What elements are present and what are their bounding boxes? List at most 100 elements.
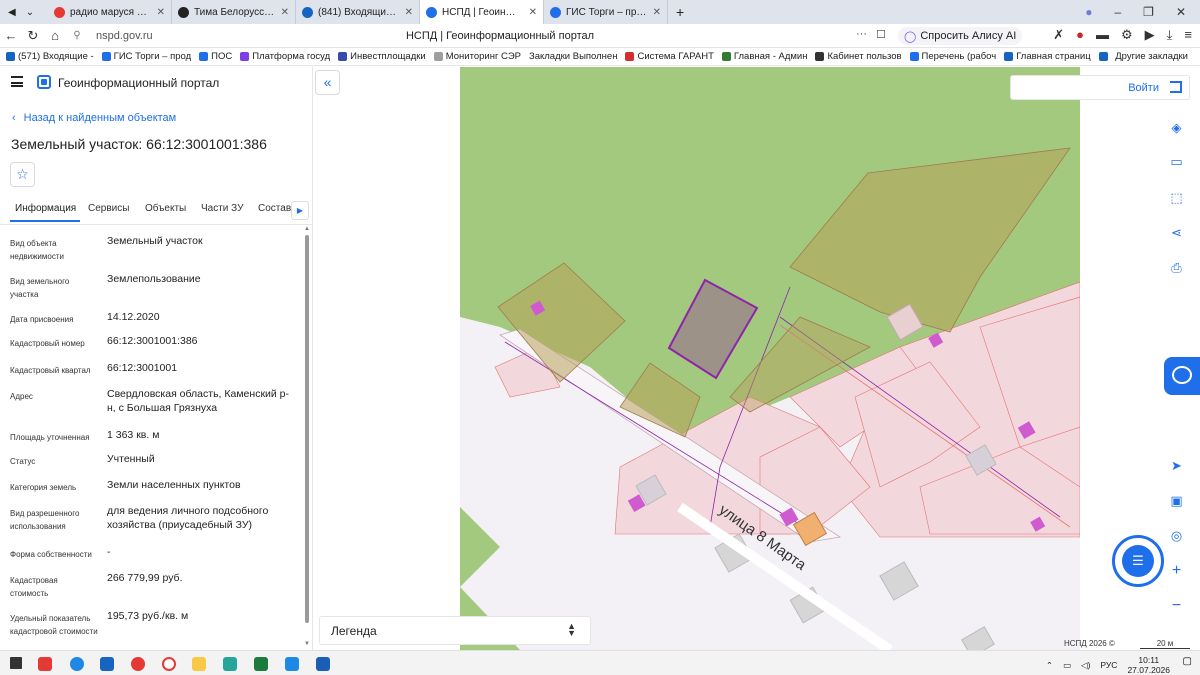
- volume-icon[interactable]: ◁): [1081, 660, 1090, 671]
- scroll-down-icon[interactable]: ▼: [304, 641, 310, 647]
- bookmark-item[interactable]: (571) Входящие -: [6, 51, 94, 62]
- collapse-panel-button[interactable]: «: [315, 70, 340, 95]
- hamburger-menu-icon[interactable]: [11, 76, 23, 87]
- browser-tab[interactable]: (841) Входящие - Почта М ✕: [296, 0, 420, 24]
- bookmark-icon[interactable]: ☐: [876, 28, 886, 41]
- play-icon[interactable]: ▶: [1145, 27, 1155, 43]
- tab-parts[interactable]: Части ЗУ: [201, 203, 243, 214]
- edge-icon[interactable]: [70, 657, 84, 671]
- browser-tab[interactable]: ГИС Торги – продажи гос ✕: [544, 0, 668, 24]
- audio-icon[interactable]: ◀: [8, 7, 16, 18]
- url-field[interactable]: nspd.gov.ru: [96, 30, 256, 42]
- tray-chevron-icon[interactable]: ⌃: [1046, 660, 1053, 671]
- locate-icon[interactable]: ◎: [1164, 523, 1189, 548]
- windows-start-icon[interactable]: [10, 657, 22, 669]
- browser-tab[interactable]: Тима Белорусских ✕: [172, 0, 296, 24]
- menu-icon[interactable]: ≡: [1184, 27, 1192, 43]
- more-icon[interactable]: ···: [856, 28, 867, 40]
- app-icon[interactable]: [285, 657, 299, 671]
- chevron-down-icon[interactable]: ⌄: [26, 7, 34, 18]
- extension-icon[interactable]: ✗: [1053, 27, 1064, 43]
- tabs-next-icon[interactable]: ▶: [291, 201, 309, 220]
- map-canvas[interactable]: улица 8 Марта: [460, 67, 1080, 650]
- close-tab-icon[interactable]: ✕: [157, 7, 165, 18]
- navigate-icon[interactable]: ➤: [1164, 453, 1189, 478]
- scroll-up-icon[interactable]: ▲: [304, 226, 310, 232]
- chat-button[interactable]: ☰: [1112, 535, 1164, 587]
- close-window-button[interactable]: ✕: [1176, 5, 1186, 19]
- other-bookmarks[interactable]: Другие закладки: [1109, 51, 1188, 62]
- outlook-icon[interactable]: [100, 657, 114, 671]
- legend-dropdown[interactable]: Легенда ▲ ▼: [319, 616, 591, 645]
- bookmark-item[interactable]: Главная - Админ: [721, 51, 807, 62]
- zoom-out-button[interactable]: −: [1164, 593, 1189, 618]
- bookmark-item[interactable]: Закладки Выполнен: [529, 51, 617, 62]
- bookmark-item[interactable]: ПОС: [199, 51, 232, 62]
- property-value: Учтенный: [107, 453, 155, 465]
- share-icon[interactable]: ⋖: [1164, 220, 1189, 245]
- back-to-results-link[interactable]: ‹ Назад к найденным объектам: [12, 112, 176, 124]
- login-icon: [1170, 81, 1182, 93]
- ruler-icon[interactable]: ▭: [1164, 149, 1189, 174]
- browser-tab[interactable]: радио маруся — Яндекс ✕: [48, 0, 172, 24]
- profile-icon[interactable]: ●: [1085, 5, 1092, 19]
- bookmark-label: Перечень (рабоч: [921, 51, 997, 62]
- bookmark-item[interactable]: ГИС Торги – прод: [101, 51, 191, 62]
- extension-icon[interactable]: ▬: [1096, 27, 1109, 43]
- layers-icon[interactable]: ◈: [1164, 115, 1189, 140]
- folder-icon[interactable]: [192, 657, 206, 671]
- word-icon[interactable]: [316, 657, 330, 671]
- bookmark-item[interactable]: Платформа госуд: [240, 51, 330, 62]
- login-button[interactable]: Войти: [1010, 75, 1190, 100]
- bookmark-item[interactable]: Кабинет пользов: [815, 51, 902, 62]
- reload-button[interactable]: ↻: [22, 28, 44, 44]
- clock[interactable]: 10:11 27.07.2026: [1127, 655, 1170, 675]
- bookmark-favicon-icon: [240, 52, 250, 61]
- extension-icon[interactable]: ●: [1076, 27, 1084, 43]
- language-indicator[interactable]: РУС: [1100, 660, 1117, 670]
- bookmark-label: Платформа госуд: [252, 51, 331, 62]
- alice-button[interactable]: ◯ Спросить Алису AI: [898, 27, 1023, 45]
- bookmark-item[interactable]: Мониторинг СЭР: [433, 51, 521, 62]
- home-icon[interactable]: ⌂: [44, 28, 66, 43]
- property-label: Категория земель: [10, 483, 77, 492]
- zoom-in-button[interactable]: +: [1164, 558, 1189, 583]
- download-icon[interactable]: ⤓: [1167, 27, 1173, 43]
- back-button[interactable]: ←: [0, 28, 22, 43]
- favorite-star-icon[interactable]: ☆: [10, 162, 35, 187]
- notifications-icon[interactable]: ▢: [1183, 656, 1192, 667]
- bookmark-item[interactable]: Главная страниц: [1004, 51, 1091, 62]
- scrollbar-thumb[interactable]: [305, 235, 309, 623]
- select-area-icon[interactable]: ⬚: [1164, 185, 1189, 210]
- panel-scrollbar[interactable]: ▲ ▼: [304, 226, 310, 647]
- new-tab-button[interactable]: +: [668, 4, 684, 20]
- minimize-button[interactable]: –: [1114, 5, 1121, 19]
- browser-tab[interactable]: НСПД | Геоинформаци ✕: [420, 0, 544, 24]
- app-icon[interactable]: [223, 657, 237, 671]
- print-icon[interactable]: ⎙: [1164, 255, 1189, 280]
- close-tab-icon[interactable]: ✕: [529, 7, 537, 18]
- bookmark-item[interactable]: Инвестплощадки: [338, 51, 426, 62]
- bookmark-favicon-icon: [909, 52, 919, 61]
- map-svg[interactable]: улица 8 Марта: [460, 67, 1080, 650]
- tab-services[interactable]: Сервисы: [88, 203, 129, 214]
- app-icon[interactable]: [162, 657, 176, 671]
- close-tab-icon[interactable]: ✕: [281, 7, 289, 18]
- yandex-browser-icon[interactable]: [38, 657, 52, 671]
- tab-composition[interactable]: Состав: [258, 203, 291, 214]
- close-tab-icon[interactable]: ✕: [405, 7, 413, 18]
- bookmark-label: Мониторинг СЭР: [445, 51, 521, 62]
- yandex-icon[interactable]: [131, 657, 145, 671]
- feedback-widget-icon[interactable]: [1164, 357, 1200, 395]
- bookmark-item[interactable]: Перечень (рабоч: [909, 51, 997, 62]
- network-icon[interactable]: ▭: [1063, 660, 1071, 671]
- tab-controls[interactable]: ◀ ⌄: [0, 7, 48, 18]
- excel-icon[interactable]: [254, 657, 268, 671]
- tab-objects[interactable]: Объекты: [145, 203, 186, 214]
- basemap-icon[interactable]: ▣: [1164, 488, 1189, 513]
- maximize-button[interactable]: ❐: [1143, 5, 1154, 19]
- bookmark-item[interactable]: Система ГАРАНТ: [625, 51, 714, 62]
- close-tab-icon[interactable]: ✕: [653, 7, 661, 18]
- tab-info[interactable]: Информация: [9, 203, 81, 222]
- puzzle-icon[interactable]: ⚙: [1121, 27, 1133, 43]
